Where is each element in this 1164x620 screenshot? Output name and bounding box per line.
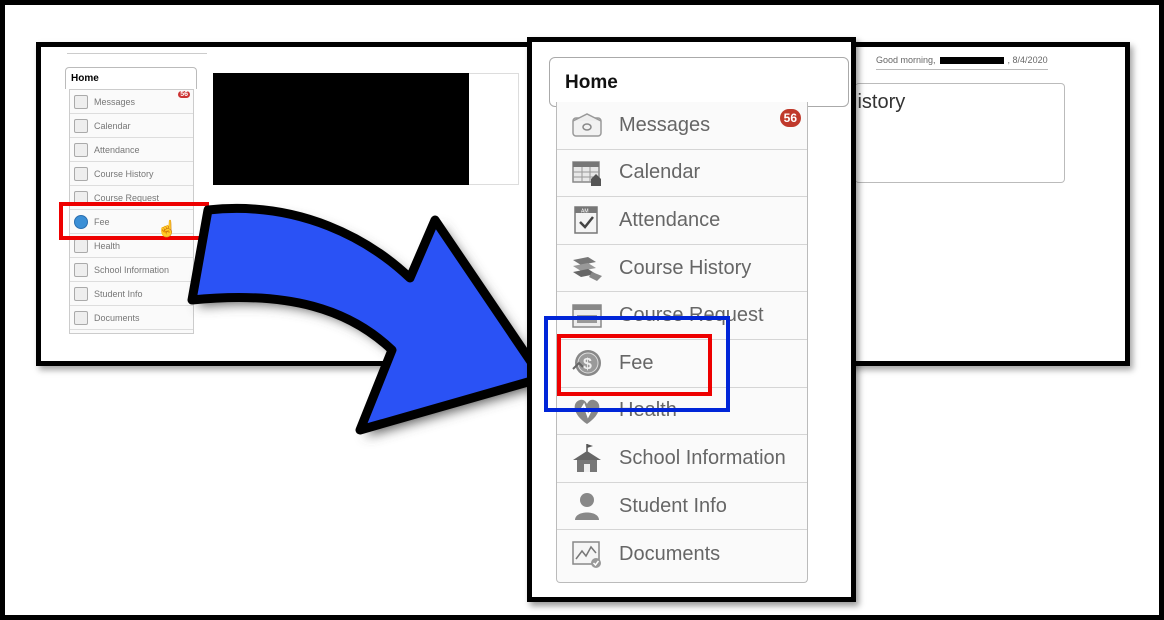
menu-item-label: Calendar <box>619 161 701 184</box>
menu-item-messages[interactable]: Messages 56 <box>557 102 807 150</box>
sidebar-item-school-information[interactable]: School Information <box>70 258 193 282</box>
menu-item-label: Course History <box>619 256 752 279</box>
sidebar-item-label: Documents <box>94 312 140 323</box>
sidebar-item-documents[interactable]: Documents <box>70 306 193 330</box>
sidebar-item-label: Health <box>94 240 121 251</box>
arrow-body <box>187 203 547 435</box>
sidebar-item-messages[interactable]: Messages 56 <box>70 90 193 114</box>
message-count-badge: 56 <box>779 109 801 127</box>
sidebar-item-student-info[interactable]: Student Info <box>70 282 193 306</box>
sidebar-item-label: Course History <box>94 168 154 179</box>
envelope-icon <box>74 94 88 109</box>
calendar-icon <box>74 118 88 133</box>
school-house-icon <box>569 443 605 473</box>
menu-item-calendar[interactable]: Calendar <box>557 150 807 198</box>
sidebar-item-calendar[interactable]: Calendar <box>70 114 193 138</box>
sidebar-item-course-history[interactable]: Course History <box>70 162 193 186</box>
menu-item-student-info[interactable]: Student Info <box>557 483 807 531</box>
envelope-icon <box>569 110 605 140</box>
sidebar-item-attendance[interactable]: Attendance <box>70 138 193 162</box>
home-tab-zoomed[interactable]: Home <box>549 57 849 107</box>
person-icon <box>74 286 88 301</box>
books-icon <box>569 253 605 283</box>
sidebar-item-label: Messages <box>94 96 136 107</box>
calendar-icon <box>569 158 605 188</box>
zoomed-menu-panel: Home Messages 56 Calendar AM Attendance … <box>527 37 856 602</box>
message-count-badge: 56 <box>178 91 190 98</box>
menu-item-course-history[interactable]: Course History <box>557 245 807 293</box>
menu-item-attendance[interactable]: AM Attendance <box>557 197 807 245</box>
home-tab[interactable]: Home <box>65 67 197 89</box>
greeting-underline <box>876 69 1048 70</box>
sidebar-item-label: School Information <box>94 264 170 275</box>
books-icon <box>74 166 88 181</box>
menu-item-documents[interactable]: Documents <box>557 530 807 578</box>
attendance-checkbox-icon: AM <box>569 205 605 235</box>
sidebar-item-label: Calendar <box>94 120 131 131</box>
greeting-date: , 8/4/2020 <box>1007 55 1048 65</box>
school-house-icon <box>74 262 88 277</box>
heart-pulse-icon <box>74 238 88 253</box>
menu-item-label: Attendance <box>619 208 721 231</box>
hand-cursor-icon: ☝ <box>157 221 177 238</box>
person-icon <box>569 491 605 521</box>
greeting-text: Good morning, <box>876 55 936 65</box>
top-divider <box>67 47 207 54</box>
sidebar-item-label: Course Request <box>94 192 160 203</box>
document-chart-icon <box>74 310 88 325</box>
menu-item-school-information[interactable]: School Information <box>557 435 807 483</box>
menu-item-label: Messages <box>619 113 711 136</box>
svg-text:AM: AM <box>581 209 589 215</box>
greeting-bar: Good morning, , 8/4/2020 <box>876 55 1048 70</box>
redacted-name <box>939 56 1004 64</box>
menu-item-label: Student Info <box>619 494 727 517</box>
sidebar-item-label: Student Info <box>94 288 143 299</box>
fee-highlight-red-box <box>557 334 712 396</box>
document-chart-icon <box>569 539 605 569</box>
attendance-checkbox-icon <box>74 142 88 157</box>
menu-item-label: School Information <box>619 446 786 469</box>
sidebar-item-label: Attendance <box>94 144 140 155</box>
menu-item-label: Documents <box>619 542 721 565</box>
